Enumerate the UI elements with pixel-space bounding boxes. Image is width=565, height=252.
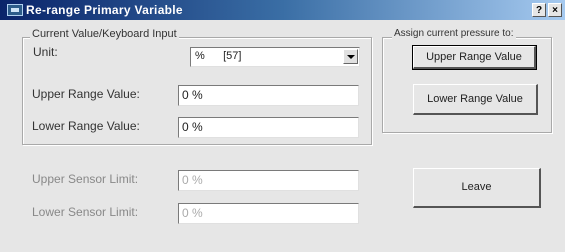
leave-button-label: Leave xyxy=(461,181,492,193)
unit-label: Unit: xyxy=(33,45,58,59)
lower-range-label: Lower Range Value: xyxy=(32,119,140,133)
help-button[interactable]: ? xyxy=(532,3,546,17)
assign-upper-range-label: Upper Range Value xyxy=(426,51,522,63)
lower-sensor-limit-label: Lower Sensor Limit: xyxy=(32,205,139,219)
leave-button[interactable]: Leave xyxy=(413,168,541,208)
upper-sensor-limit-field: 0 % xyxy=(178,170,359,191)
upper-sensor-limit-label: Upper Sensor Limit: xyxy=(32,172,139,186)
chevron-down-icon[interactable] xyxy=(343,49,358,64)
lower-range-field[interactable]: 0 % xyxy=(178,117,359,138)
lower-sensor-limit-field: 0 % xyxy=(178,203,359,224)
upper-range-label: Upper Range Value: xyxy=(32,87,140,101)
assign-pressure-group-legend: Assign current pressure to: xyxy=(392,28,516,39)
assign-lower-range-label: Lower Range Value xyxy=(427,93,523,105)
unit-select-value: % [57] xyxy=(195,50,242,62)
assign-lower-range-button[interactable]: Lower Range Value xyxy=(413,84,538,115)
app-icon xyxy=(7,4,23,16)
title-bar[interactable]: Re-range Primary Variable ? × xyxy=(0,0,565,20)
upper-range-field[interactable]: 0 % xyxy=(178,85,359,106)
assign-upper-range-button[interactable]: Upper Range Value xyxy=(412,45,537,70)
rerange-dialog: Re-range Primary Variable ? × Current Va… xyxy=(0,0,565,252)
unit-select[interactable]: % [57] xyxy=(190,47,360,67)
current-value-group-legend: Current Value/Keyboard Input xyxy=(30,28,179,40)
close-button[interactable]: × xyxy=(548,3,562,17)
window-title: Re-range Primary Variable xyxy=(26,3,183,17)
